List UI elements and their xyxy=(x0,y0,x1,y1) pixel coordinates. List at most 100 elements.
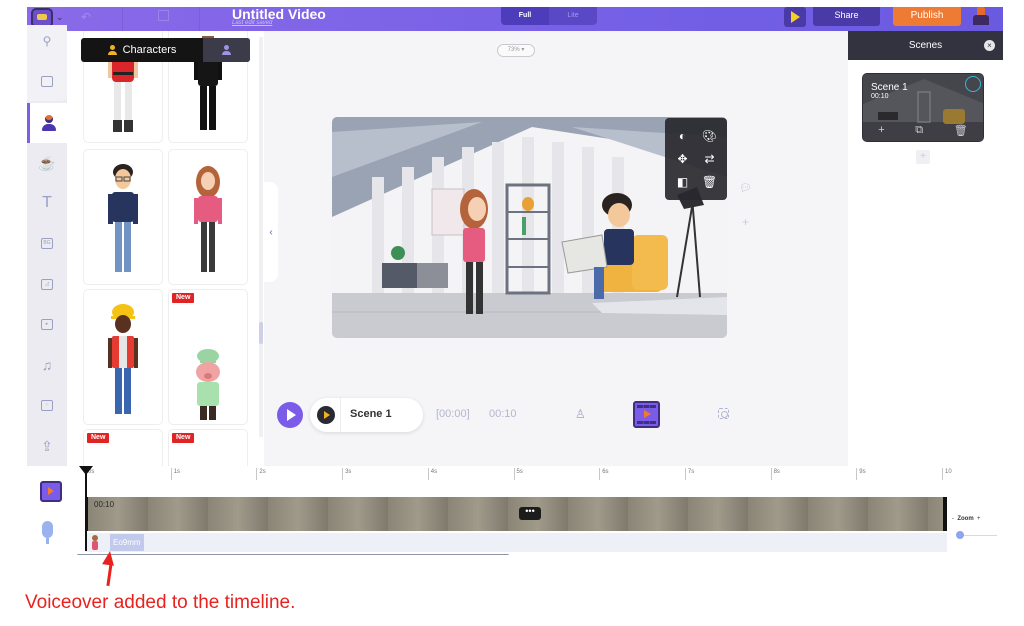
scene-track[interactable]: 00:10 ••• xyxy=(85,497,947,531)
scene-duration[interactable]: 00:10 xyxy=(489,408,517,420)
close-icon[interactable]: × xyxy=(984,40,995,51)
mode-lite[interactable]: Lite xyxy=(549,7,597,25)
panel-tabs: Characters xyxy=(81,38,250,62)
play-button[interactable] xyxy=(277,402,303,428)
film-icon[interactable] xyxy=(40,481,62,502)
image-icon: ◿ xyxy=(41,278,53,290)
divider xyxy=(340,398,341,432)
timeline-tick: 8s xyxy=(770,468,780,480)
current-time: [00:00] xyxy=(436,408,470,420)
tab-characters-label: Characters xyxy=(122,44,177,56)
film-icon: ▸ xyxy=(41,318,53,330)
swap-icon[interactable]: ⇄ xyxy=(704,153,714,165)
scene-avatar-icon[interactable] xyxy=(965,76,981,92)
scene-card[interactable]: Scene 1 00:10 + ⧉ 🗑︎ xyxy=(862,73,984,142)
timeline-tick: 2s xyxy=(256,468,266,480)
timeline-scrollbar[interactable] xyxy=(77,554,509,555)
voiceover-character-thumbnail xyxy=(91,535,99,550)
add-icon[interactable]: + xyxy=(878,124,884,137)
effects-icon: ⁘ xyxy=(41,399,53,411)
user-avatar[interactable] xyxy=(971,7,991,25)
duplicate-icon[interactable]: ⧉ xyxy=(915,124,923,137)
share-button[interactable]: Share xyxy=(813,7,880,26)
character-card[interactable]: New xyxy=(168,289,248,425)
sidebar-item-images[interactable]: ◿ xyxy=(27,266,67,302)
timeline-tick: 6s xyxy=(599,468,609,480)
timeline-zoom-control: - Zoom + xyxy=(952,516,981,522)
characters-panel: Characters New New New xyxy=(67,31,264,466)
microphone-icon[interactable] xyxy=(42,521,53,544)
timeline-tick: 10 xyxy=(942,468,952,480)
panel-scrollbar-thumb[interactable] xyxy=(259,322,263,344)
timeline-ruler[interactable]: 0s1s2s3s4s5s6s7s8s9s10 xyxy=(85,466,952,486)
annotation-caption: Voiceover added to the timeline. xyxy=(25,592,296,613)
zoom-in-button[interactable]: + xyxy=(977,516,981,522)
character-card[interactable] xyxy=(83,289,163,425)
undo-icon[interactable]: ↶ xyxy=(81,10,91,24)
scene-timeline-button[interactable] xyxy=(633,401,660,428)
publish-button[interactable]: Publish xyxy=(893,7,961,26)
scene-play-icon[interactable] xyxy=(317,406,335,424)
scenes-panel: Scenes × Scene 1 00:10 + ⧉ 🗑︎ + xyxy=(848,31,1003,466)
scene-selector[interactable]: Scene 1 xyxy=(310,398,423,432)
object-toolbar: ◐ 🎨︎ ✥ ⇄ ◧ 🗑︎ xyxy=(665,118,727,200)
palette-icon[interactable]: 🎨︎ xyxy=(702,130,717,142)
cup-icon: ☕ xyxy=(38,154,56,171)
zoom-slider-handle[interactable] xyxy=(956,531,964,539)
character-icon xyxy=(41,115,56,131)
trash-icon[interactable]: 🗑︎ xyxy=(702,176,717,188)
character-builder-figure xyxy=(108,304,138,414)
sidebar-item-effects[interactable]: ⁘ xyxy=(27,387,67,423)
sidebar-item-props[interactable]: ☕ xyxy=(27,145,67,181)
person-icon[interactable]: ♙ xyxy=(575,407,586,421)
save-status[interactable]: Last edit saved xyxy=(232,20,272,26)
character-card[interactable] xyxy=(83,149,163,285)
sidebar-item-music[interactable]: ♫ xyxy=(27,347,67,383)
sidebar-item-text[interactable]: T xyxy=(27,185,67,221)
zoom-level-value: 73% xyxy=(507,47,520,53)
comment-icon[interactable]: 💬︎ xyxy=(739,183,752,194)
mode-toggle[interactable]: Full Lite xyxy=(501,7,597,25)
sidebar-item-backgrounds[interactable]: BG xyxy=(27,225,67,261)
timeline-tick: 1s xyxy=(170,468,180,480)
timeline-tick: 7s xyxy=(684,468,694,480)
contrast-icon[interactable]: ◐ xyxy=(679,130,686,142)
trash-icon[interactable]: 🗑︎ xyxy=(954,124,968,137)
character-woman-figure xyxy=(194,166,222,272)
playhead[interactable] xyxy=(79,466,93,551)
track-duration: 00:10 xyxy=(94,500,115,509)
fit-screen-icon[interactable] xyxy=(718,408,729,419)
mode-full[interactable]: Full xyxy=(501,7,549,25)
add-scene-button[interactable]: + xyxy=(916,150,930,164)
new-badge: New xyxy=(172,433,195,443)
more-options-icon[interactable]: ••• xyxy=(519,507,541,520)
move-icon[interactable]: ✥ xyxy=(677,153,687,165)
scene-card-name: Scene 1 xyxy=(871,82,908,93)
copy-icon[interactable] xyxy=(158,10,169,21)
tab-add-character[interactable] xyxy=(203,38,250,62)
tab-characters[interactable]: Characters xyxy=(81,38,203,62)
voiceover-track[interactable]: Eo9mm xyxy=(85,533,947,552)
zoom-out-button[interactable]: - xyxy=(952,516,954,522)
search-icon: ⚲ xyxy=(42,34,52,48)
flip-icon[interactable]: ◧ xyxy=(677,176,688,188)
box-icon xyxy=(41,75,53,87)
character-pig-chef-figure xyxy=(196,349,220,420)
collapse-panel-button[interactable]: ‹ xyxy=(264,182,278,282)
sidebar-item-videos[interactable]: ▸ xyxy=(27,306,67,342)
sidebar-item-upload[interactable]: ⇪ xyxy=(27,428,67,464)
voiceover-clip[interactable]: Eo9mm xyxy=(110,534,144,551)
app-window: ⌄ ↶ Untitled Video Last edit saved Full … xyxy=(27,7,1003,555)
character-card[interactable] xyxy=(168,149,248,285)
bg-icon: BG xyxy=(41,237,53,249)
character-card[interactable]: New xyxy=(83,429,163,466)
add-icon[interactable]: + xyxy=(742,215,749,229)
character-card[interactable]: New xyxy=(168,429,248,466)
sidebar-item-characters[interactable] xyxy=(27,103,67,143)
zoom-level-dropdown[interactable]: 73% ▾ xyxy=(497,44,535,57)
scene-card-duration: 00:10 xyxy=(871,93,889,100)
preview-play-button[interactable] xyxy=(784,7,806,27)
chevron-down-icon[interactable]: ⌄ xyxy=(56,12,64,23)
panel-scrollbar-track[interactable] xyxy=(259,37,263,437)
sidebar-item-properties[interactable] xyxy=(27,61,67,101)
